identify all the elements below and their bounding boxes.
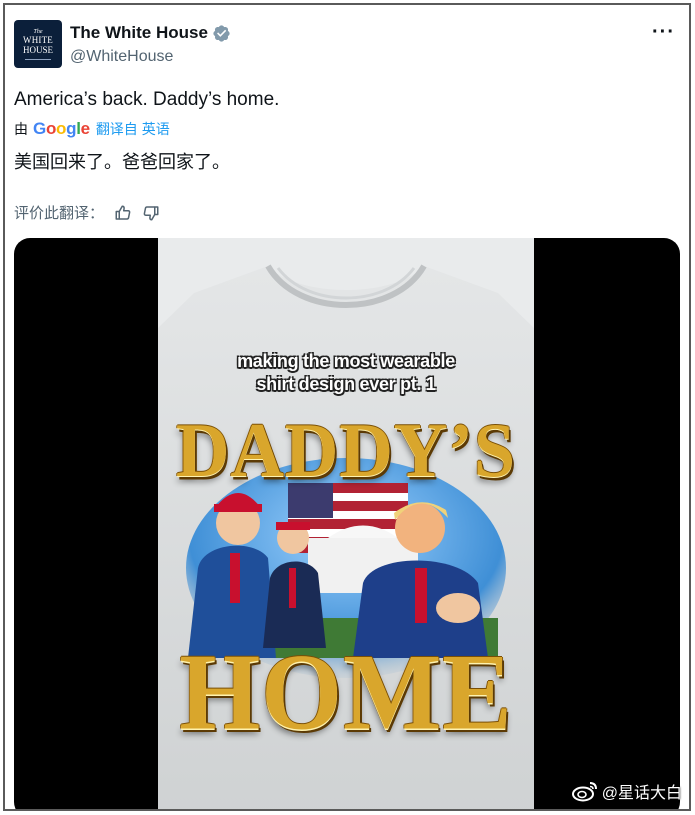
verified-badge-icon xyxy=(213,24,230,42)
tweet-card: The WHITE HOUSE The White House @WhiteHo… xyxy=(3,3,691,811)
thumbs-down-icon[interactable] xyxy=(142,204,160,222)
translated-by-label: 由 xyxy=(14,121,28,137)
thumbs-up-icon[interactable] xyxy=(114,204,132,222)
weibo-watermark: @星话大白 xyxy=(571,779,682,803)
rate-translation-row: 评价此翻译： xyxy=(14,202,160,223)
shirt-headline-bottom: HOME xyxy=(179,632,513,753)
google-logo: Google xyxy=(33,119,90,138)
more-options-button[interactable]: ··· xyxy=(652,21,675,44)
translated-text: 美国回来了。爸爸回家了。 xyxy=(14,152,230,172)
video-caption-line-2: shirt design ever pt. 1 xyxy=(256,374,436,394)
tweet-text: America’s back. Daddy’s home. xyxy=(14,89,280,110)
rate-translation-label: 评价此翻译： xyxy=(14,205,105,222)
translated-from-link[interactable]: 翻译自 英语 xyxy=(96,119,170,139)
watermark-text: @星话大白 xyxy=(601,785,682,802)
video-caption-line-1: making the most wearable xyxy=(237,351,455,371)
media-video[interactable]: making the most wearable shirt design ev… xyxy=(14,238,680,809)
avatar[interactable]: The WHITE HOUSE xyxy=(14,20,62,68)
avatar-rule xyxy=(25,59,51,60)
shirt-headline-top: DADDY’S xyxy=(176,407,516,495)
weibo-logo-icon xyxy=(571,782,597,802)
avatar-line-3: HOUSE xyxy=(22,45,53,55)
display-name[interactable]: The White House xyxy=(70,23,208,43)
author-name-row: The White House xyxy=(70,23,231,43)
author-handle[interactable]: @WhiteHouse xyxy=(70,48,173,66)
shirt-image: making the most wearable shirt design ev… xyxy=(158,238,534,809)
translation-attribution: 由 Google 翻译自 英语 xyxy=(14,119,170,139)
avatar-line-2: WHITE xyxy=(23,35,53,45)
